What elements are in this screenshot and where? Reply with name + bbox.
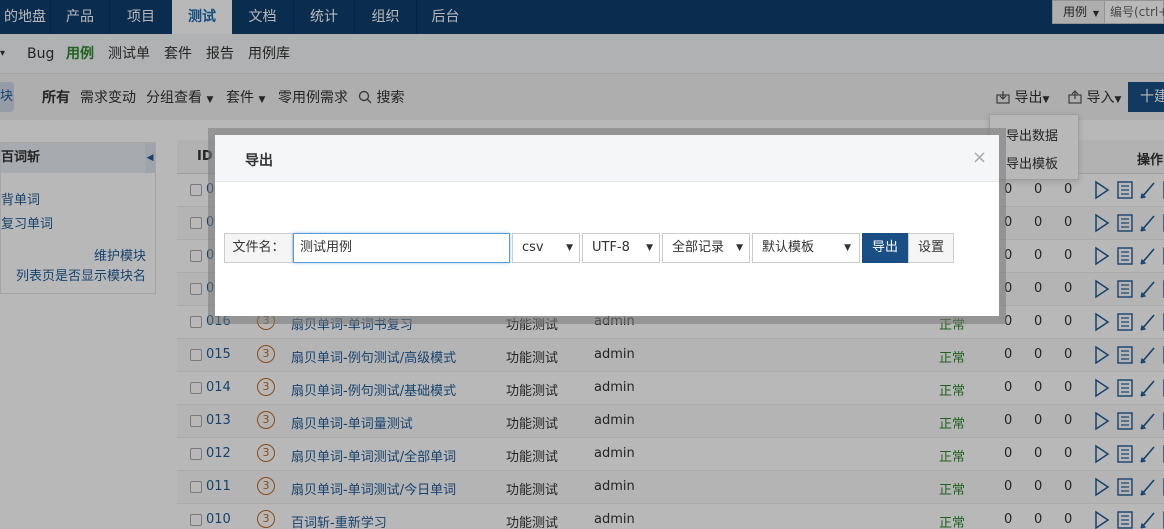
caret-down-icon: ▼ <box>736 243 743 253</box>
modal-title: 导出 <box>245 153 273 169</box>
template-select[interactable]: 默认模板 ▼ <box>752 233 860 263</box>
export-button[interactable]: 导出 <box>862 233 908 263</box>
close-icon[interactable]: × <box>972 147 987 168</box>
caret-down-icon: ▼ <box>844 243 851 253</box>
caret-down-icon: ▼ <box>566 243 573 253</box>
format-value: csv <box>522 240 544 255</box>
range-value: 全部记录 <box>672 240 725 255</box>
modal-header: 导出 × <box>215 135 999 182</box>
export-modal: 导出 × 文件名： 测试用例 csv ▼ UTF-8 ▼ 全部记录 ▼ 默认模板 ▼ 导… <box>215 135 999 316</box>
caret-down-icon: ▼ <box>646 243 653 253</box>
template-value: 默认模板 <box>762 240 815 255</box>
format-select[interactable]: csv ▼ <box>512 233 580 263</box>
encoding-value: UTF-8 <box>592 240 630 255</box>
settings-button[interactable]: 设置 <box>908 233 954 263</box>
filename-input[interactable]: 测试用例 <box>293 233 510 263</box>
encoding-select[interactable]: UTF-8 ▼ <box>582 233 660 263</box>
filename-label: 文件名： <box>224 233 293 263</box>
range-select[interactable]: 全部记录 ▼ <box>662 233 750 263</box>
